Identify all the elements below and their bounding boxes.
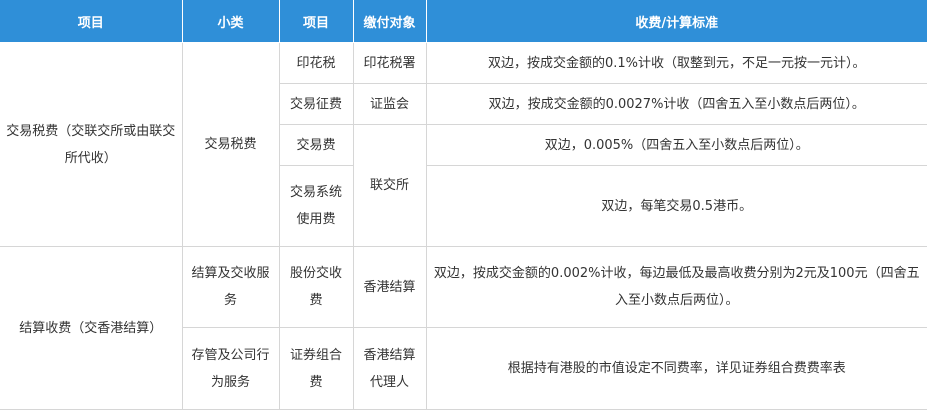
fee-item-name: 交易征费	[279, 83, 354, 125]
fee-standard: 双边，每笔交易0.5港币。	[425, 165, 927, 247]
fee-standard: 双边，按成交金额的0.1%计收（取整到元，不足一元按一元计）。	[425, 42, 927, 84]
table-row: 结算收费（交香港结算） 结算及交收服务 股份交收费 香港结算 双边，按成交金额的…	[0, 246, 927, 410]
fee-payee: 印花税署	[352, 42, 427, 84]
header-payee: 缴付对象	[352, 0, 427, 43]
category-settlement: 结算收费（交香港结算）	[0, 246, 183, 410]
fee-item-name: 证券组合费	[278, 327, 354, 410]
fee-table: 项目 小类 项目 缴付对象 收费/计算标准 交易税费（交联交所或由联交所代收） …	[0, 0, 927, 410]
fee-standard: 双边，0.005%（四舍五入至小数点后两位）。	[425, 124, 927, 166]
header-standard: 收费/计算标准	[425, 0, 927, 43]
category-trading: 交易税费（交联交所或由联交所代收）	[0, 42, 183, 247]
fee-payee: 证监会	[352, 83, 427, 125]
fee-item-name: 印花税	[278, 42, 354, 84]
subcategory-trading: 交易税费	[181, 42, 280, 247]
fee-payee: 香港结算	[352, 246, 427, 328]
header-subcategory: 小类	[181, 0, 280, 43]
table-row: 交易税费（交联交所或由联交所代收） 交易税费 印花税 印花税署 双边，按成交金额…	[0, 42, 927, 247]
header-fee-item: 项目	[278, 0, 354, 43]
fee-standard: 双边，按成交金额的0.002%计收，每边最低及最高收费分别为2元及100元（四舍…	[425, 246, 927, 328]
fee-standard: 双边，按成交金额的0.0027%计收（四舍五入至小数点后两位）。	[425, 83, 927, 125]
fee-item-name: 交易系统使用费	[279, 165, 354, 247]
subcategory-depository: 存管及公司行为服务	[182, 327, 280, 410]
table-header-row: 项目 小类 项目 缴付对象 收费/计算标准	[0, 0, 927, 43]
fee-payee: 香港结算代理人	[352, 327, 427, 410]
fee-payee: 联交所	[352, 124, 427, 247]
fee-standard: 根据持有港股的市值设定不同费率，详见证券组合费费率表	[425, 327, 927, 410]
subcategory-settlement: 结算及交收服务	[181, 246, 280, 328]
fee-item-name: 交易费	[279, 124, 354, 166]
header-item: 项目	[0, 0, 183, 43]
fee-item-name: 股份交收费	[278, 246, 354, 328]
